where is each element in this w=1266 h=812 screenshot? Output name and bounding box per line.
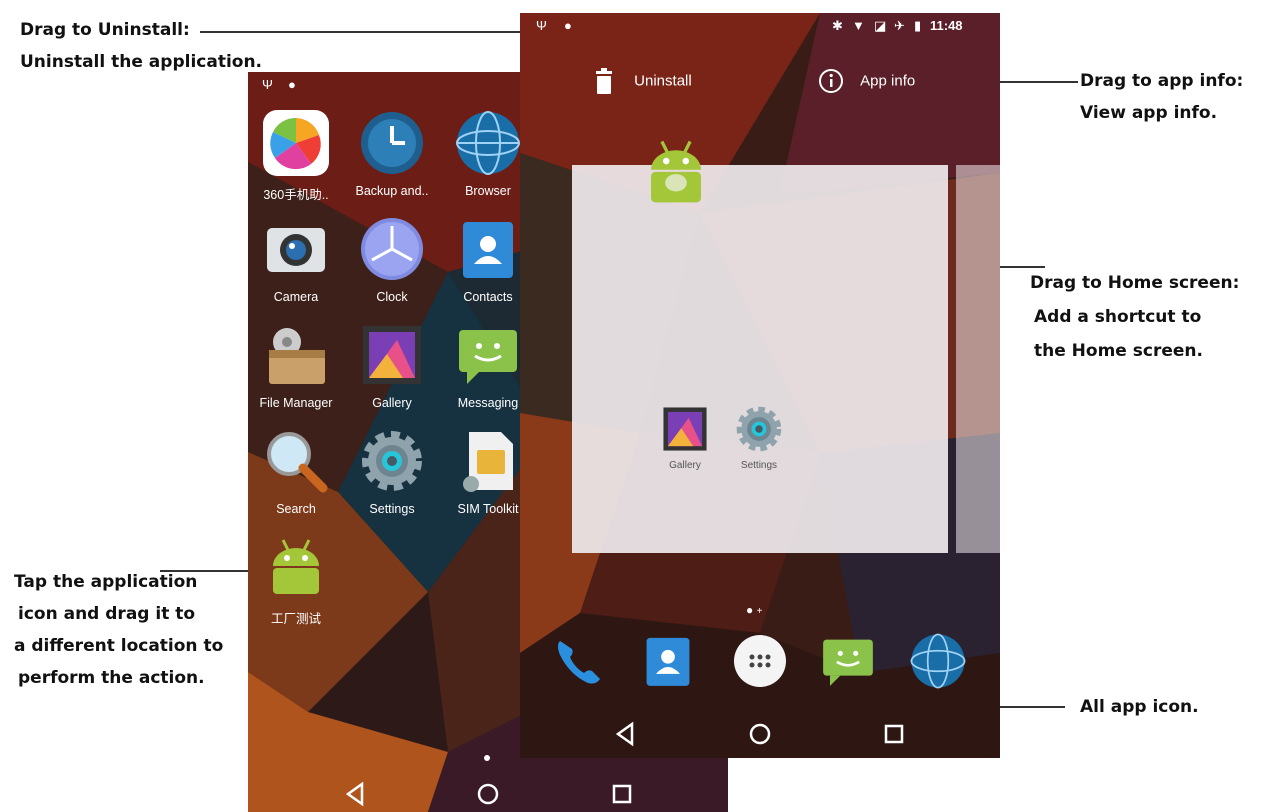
android-icon	[261, 532, 331, 602]
app-search[interactable]: Search	[250, 426, 342, 516]
shortcut-settings[interactable]: Settings	[726, 403, 792, 471]
nav-bar-left	[248, 772, 728, 812]
page-indicator: ● +	[746, 603, 763, 617]
trash-icon	[596, 68, 612, 94]
annotation-tap-line-2: icon and drag it to	[18, 604, 196, 624]
annotation-home-desc-1: Add a shortcut to	[1034, 307, 1202, 327]
sim-card-icon	[453, 426, 523, 496]
app-label: Settings	[369, 502, 415, 516]
usb-icon: Ψ	[536, 18, 547, 33]
magnifier-icon	[261, 426, 331, 496]
no-signal-icon: ◪	[874, 18, 887, 33]
360-assistant-icon	[261, 108, 331, 178]
annotation-all-apps-label: All app icon.	[1080, 697, 1199, 717]
globe-icon	[453, 108, 523, 178]
app-backup[interactable]: Backup and..	[346, 108, 438, 198]
nav-bar-right	[520, 716, 1000, 758]
home-page-panel[interactable]	[572, 165, 948, 553]
recents-button[interactable]	[608, 780, 636, 808]
app-file-manager[interactable]: File Manager	[250, 320, 342, 410]
shortcut-gallery[interactable]: Gallery	[652, 403, 718, 471]
status-bar-right: Ψ ● ✱ ▼ ◪ ✈ ▮ 11:48	[520, 13, 1000, 39]
camera-icon	[261, 214, 331, 284]
annotation-uninstall-title: Drag to Uninstall:	[20, 20, 190, 40]
app-label: Camera	[273, 290, 319, 304]
gallery-icon	[357, 320, 427, 390]
app-gallery[interactable]: Gallery	[346, 320, 438, 410]
gear-icon	[736, 406, 782, 452]
app-label: Gallery	[372, 396, 412, 410]
back-button[interactable]	[612, 720, 640, 748]
shortcut-label: Settings	[740, 460, 778, 471]
annotation-app-info-title: Drag to app info:	[1080, 71, 1244, 91]
app-360-assistant[interactable]: 360手机助..	[250, 108, 342, 203]
annotation-home-title: Drag to Home screen:	[1030, 273, 1240, 293]
android-debug-icon: ●	[288, 77, 296, 92]
all-apps-icon[interactable]	[730, 631, 790, 691]
wifi-icon: ▼	[852, 18, 865, 33]
message-icon[interactable]	[818, 631, 878, 691]
annotation-tap-line-3: a different location to	[14, 636, 224, 656]
home-button[interactable]	[746, 720, 774, 748]
clock-icon	[357, 214, 427, 284]
annotation-home-screen: Drag to Home screen: Add a shortcut to t…	[1030, 266, 1239, 368]
app-label: Clock	[376, 290, 408, 304]
annotation-app-info-desc: View app info.	[1080, 103, 1218, 123]
annotation-uninstall-desc: Uninstall the application.	[20, 52, 263, 72]
bluetooth-icon: ✱	[832, 18, 843, 33]
annotation-tap-line-4: perform the action.	[18, 668, 205, 688]
contacts-icon	[453, 214, 523, 284]
info-icon	[819, 69, 843, 93]
uninstall-drop-target[interactable]: Uninstall	[594, 68, 692, 98]
usb-icon: Ψ	[262, 77, 273, 92]
recents-button[interactable]	[880, 720, 908, 748]
gallery-icon	[663, 407, 707, 451]
annotation-all-apps: All app icon.	[1080, 691, 1199, 723]
app-label: Search	[276, 502, 316, 516]
contacts-icon[interactable]	[638, 631, 698, 691]
app-info-drop-target[interactable]: App info	[818, 68, 915, 98]
page-indicator-dot	[484, 755, 490, 761]
shortcut-label: Gallery	[669, 460, 701, 471]
app-info-label: App info	[860, 72, 916, 90]
clock-time: 11:48	[930, 18, 963, 33]
uninstall-label: Uninstall	[634, 72, 692, 90]
folder-icon	[261, 320, 331, 390]
app-label: 360手机助..	[263, 188, 329, 202]
annotation-app-info: Drag to app info: View app info.	[1080, 65, 1243, 129]
battery-icon: ▮	[914, 18, 922, 33]
app-label: 工厂测试	[270, 612, 321, 626]
annotation-tap-drag: Tap the application icon and drag it to …	[14, 566, 223, 694]
app-clock[interactable]: Clock	[346, 214, 438, 304]
app-label: File Manager	[259, 396, 333, 410]
app-label: Backup and..	[355, 184, 429, 198]
annotation-uninstall: Drag to Uninstall: Uninstall the applica…	[20, 14, 262, 78]
gear-icon	[357, 426, 427, 496]
message-icon	[453, 320, 523, 390]
annotation-home-desc-2: the Home screen.	[1034, 341, 1203, 361]
android-debug-icon: ●	[564, 18, 572, 33]
home-screen-drag: Ψ ● ✱ ▼ ◪ ✈ ▮ 11:48 Uninstall App info G…	[520, 13, 1000, 758]
phone-icon[interactable]	[548, 631, 608, 691]
dragged-android-icon[interactable]	[638, 135, 714, 211]
app-settings[interactable]: Settings	[346, 426, 438, 516]
app-factory-test[interactable]: 工厂测试	[250, 532, 342, 627]
backup-clock-icon	[357, 108, 427, 178]
next-home-page-panel[interactable]	[956, 165, 1000, 553]
home-button[interactable]	[474, 780, 502, 808]
app-camera[interactable]: Camera	[250, 214, 342, 304]
airplane-icon: ✈	[894, 18, 905, 33]
globe-icon[interactable]	[908, 631, 968, 691]
back-button[interactable]	[342, 780, 370, 808]
